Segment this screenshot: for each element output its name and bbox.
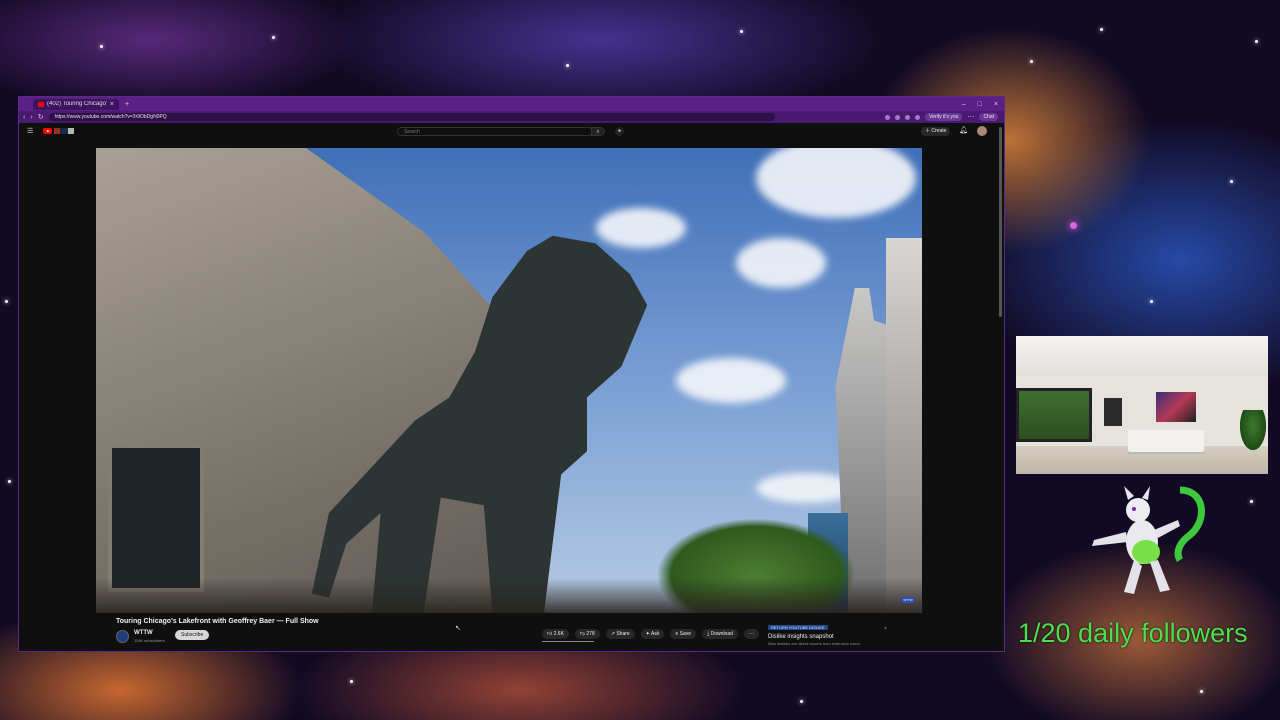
like-ratio-bar: [542, 641, 594, 642]
hamburger-menu-icon[interactable]: ☰: [27, 127, 33, 135]
video-frame-cloud: [736, 238, 826, 288]
extension-icon[interactable]: [915, 114, 921, 120]
room-artwork: [1104, 398, 1122, 426]
more-actions-button[interactable]: ···: [743, 629, 759, 639]
page-scrollbar[interactable]: [999, 127, 1002, 317]
video-player[interactable]: WTTW: [96, 148, 922, 613]
tab-title: (402) Touring Chicago's Lakef: [47, 101, 107, 107]
ask-label: Ask: [650, 631, 660, 637]
maximize-button[interactable]: □: [978, 101, 982, 108]
daily-followers-counter: 1/20 daily followers: [1018, 618, 1248, 648]
video-frame-cloud: [676, 358, 786, 403]
channel-name[interactable]: WTTW: [134, 630, 153, 636]
mouse-cursor-icon: ↖: [455, 625, 461, 632]
browser-toolbar-icons: Verify it's you ⋯ Chat: [885, 113, 1004, 121]
subscribe-button[interactable]: Subscribe: [175, 630, 210, 640]
browser-menu-icon[interactable]: ⋯: [967, 113, 974, 121]
forward-icon[interactable]: ›: [30, 114, 32, 121]
download-label: Download: [710, 631, 733, 637]
search-input[interactable]: Search: [397, 127, 593, 136]
tab-bar: (402) Touring Chicago's Lakef × + – □ ×: [19, 97, 1004, 111]
share-label: Share: [616, 631, 630, 637]
dislike-count: 278: [586, 631, 595, 637]
save-button[interactable]: ≡ Save: [670, 629, 697, 639]
minimize-button[interactable]: –: [962, 101, 966, 108]
mewtwo-mascot-icon: [1092, 486, 1205, 594]
dislike-card-description: New dislikes are direct reports from ext…: [768, 641, 860, 646]
address-bar-row: ‹ › ↻ https://www.youtube.com/watch?v=3r…: [19, 111, 1004, 123]
logo-doodle-icon: [54, 128, 75, 134]
reload-icon[interactable]: ↻: [38, 113, 44, 121]
share-button[interactable]: ↗ Share: [605, 629, 635, 639]
youtube-play-icon: [43, 128, 53, 134]
dislike-insights-card: RETURN YOUTUBE DISLIKE Dislike insights …: [768, 625, 894, 646]
dislike-card-close-icon[interactable]: ×: [884, 626, 887, 632]
room-ceiling: [1016, 336, 1268, 376]
dislike-button[interactable]: 👎︎ 278: [574, 629, 600, 639]
video-metadata: Touring Chicago's Lakefront with Geoffre…: [116, 617, 996, 651]
create-label: Create: [931, 128, 947, 134]
window-controls: – □ ×: [962, 101, 1004, 108]
chat-button[interactable]: Chat: [979, 113, 998, 121]
channel-avatar[interactable]: [116, 630, 129, 643]
room-bed: [1128, 430, 1204, 452]
youtube-masthead: ☰ Search ⌕ ● ＋ Create 🔔︎: [19, 123, 1004, 139]
youtube-logo[interactable]: [43, 128, 75, 134]
room-artwork: [1156, 392, 1196, 422]
dislike-card-title[interactable]: Dislike insights snapshot: [768, 634, 894, 640]
account-avatar[interactable]: [977, 126, 987, 136]
create-button[interactable]: ＋ Create: [921, 127, 951, 136]
room-photo-overlay: [1016, 336, 1268, 474]
video-frame-skyscraper: [886, 238, 922, 613]
like-count: 2.6K: [553, 631, 564, 637]
extension-badge: RETURN YOUTUBE DISLIKE: [768, 625, 828, 630]
channel-watermark[interactable]: WTTW: [902, 597, 914, 603]
extension-icon[interactable]: [895, 114, 901, 120]
room-plant: [1240, 410, 1266, 450]
tab-close-icon[interactable]: ×: [110, 101, 114, 108]
url-field[interactable]: https://www.youtube.com/watch?v=3r9ObDgN…: [48, 113, 775, 121]
notifications-bell-icon[interactable]: 🔔︎: [959, 126, 968, 134]
video-title: Touring Chicago's Lakefront with Geoffre…: [116, 618, 319, 625]
video-actions: 👍︎ 2.6K 👎︎ 278 ↗ Share ✦ Ask ≡ Save ⤓ Do…: [542, 629, 759, 639]
room-window: [1016, 388, 1092, 442]
subscriber-count: 114K subscribers: [134, 638, 165, 643]
microphone-icon[interactable]: ●: [615, 127, 624, 136]
new-tab-button[interactable]: +: [125, 101, 129, 108]
extension-icon[interactable]: [885, 114, 891, 120]
close-window-button[interactable]: ×: [994, 101, 998, 108]
browser-tab[interactable]: (402) Touring Chicago's Lakef ×: [33, 98, 119, 110]
search-button[interactable]: ⌕: [591, 127, 605, 136]
video-frame-window: [108, 444, 204, 592]
download-button[interactable]: ⤓ Download: [702, 629, 738, 639]
video-frame-base: [96, 578, 922, 613]
profile-chip[interactable]: Verify it's you: [925, 113, 963, 121]
youtube-favicon-icon: [38, 101, 44, 107]
save-label: Save: [679, 631, 692, 637]
ask-button[interactable]: ✦ Ask: [640, 629, 665, 639]
browser-window: (402) Touring Chicago's Lakef × + – □ × …: [18, 96, 1005, 652]
extension-icon[interactable]: [905, 114, 911, 120]
like-button[interactable]: 👍︎ 2.6K: [542, 629, 569, 639]
video-frame-cloud: [596, 208, 686, 248]
back-icon[interactable]: ‹: [23, 114, 25, 121]
